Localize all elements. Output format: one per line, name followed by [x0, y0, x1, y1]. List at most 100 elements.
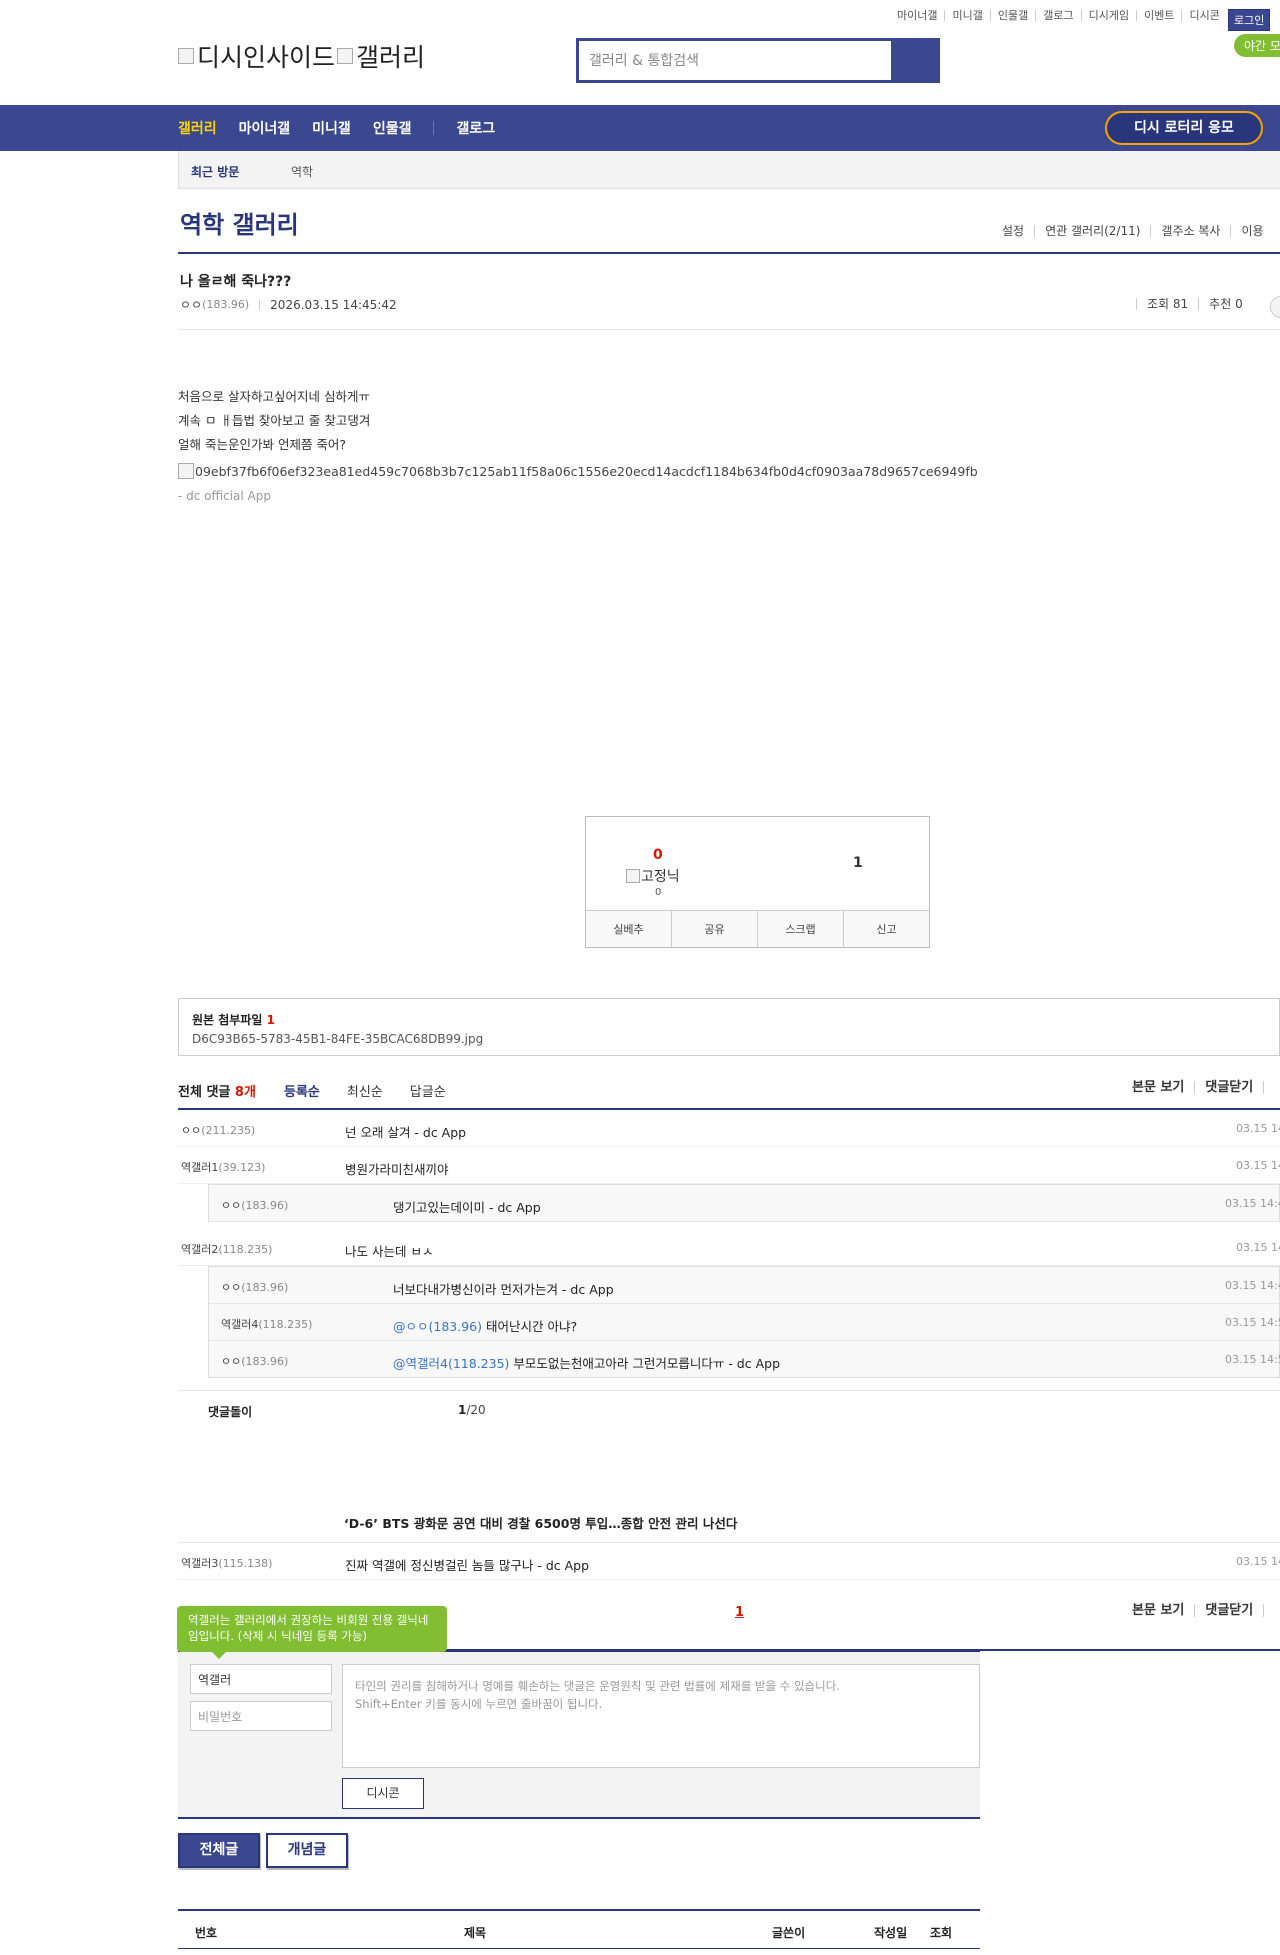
top-link-mini[interactable]: 미니갤 — [944, 10, 989, 21]
post-author[interactable]: ㅇㅇ — [180, 296, 202, 313]
top-link-minor[interactable]: 마이너갤 — [890, 10, 944, 21]
reply-ip: (183.96) — [241, 1281, 289, 1294]
search-input[interactable] — [579, 41, 891, 80]
scrap-button[interactable]: 스크랩 — [757, 911, 843, 947]
nickname-input[interactable]: 역갤러 — [190, 1664, 332, 1694]
comment-ip: (118.235) — [218, 1243, 273, 1256]
reply-row: ㅇㅇ(183.96) @역갤러4(118.235) 부모도없는천애고아라 그런거… — [209, 1341, 1280, 1378]
attachment-file[interactable]: D6C93B65-5783-45B1-84FE-35BCAC68DB99.jpg — [192, 1032, 1266, 1046]
comment-nick[interactable]: ㅇㅇ — [181, 1124, 201, 1137]
fixed-nick-count: 0 — [655, 887, 662, 898]
top-link-dccon[interactable]: 디시콘 — [1181, 10, 1226, 21]
comment-page-number[interactable]: 1 — [735, 1605, 744, 1620]
app-signature: - dc official App — [178, 489, 271, 503]
nav-person-gallery[interactable]: 인물갤 — [373, 118, 412, 138]
top-link-gallog[interactable]: 갤로그 — [1035, 10, 1080, 21]
post-views: 조회 81 — [1136, 298, 1198, 310]
view-body-link[interactable]: 본문 보기 — [1122, 1081, 1194, 1094]
post-list-header: 번호 제목 글쓴이 작성일 조회 — [178, 1909, 980, 1949]
comment-date: 03.15 14 — [1236, 1159, 1280, 1172]
reply-list: ㅇㅇ(183.96) 댕기고있는데이미 - dc App 03.15 14:4 — [208, 1184, 1280, 1222]
related-gallery-link[interactable]: 연관 갤러리(2/11) — [1034, 225, 1150, 237]
close-comments-link[interactable]: 댓글닫기 — [1194, 1604, 1263, 1617]
comment-row: ㅇㅇ(211.235) 넌 오래 살겨 - dc App 03.15 14 — [178, 1110, 1280, 1147]
comment-footer-links: 본문 보기 댓글닫기 — [1122, 1604, 1280, 1617]
reply-ip: (183.96) — [241, 1199, 289, 1212]
reply-nick[interactable]: 역갤러4 — [221, 1318, 258, 1331]
post-title: 나 올ㄹ해 죽나??? — [180, 274, 292, 290]
comment-total-label: 전체 댓글 — [178, 1085, 231, 1100]
top-link-dcgame[interactable]: 디시게임 — [1080, 10, 1136, 21]
settings-link[interactable]: 설정 — [990, 225, 1034, 237]
comment-text: 진짜 역갤에 정신병걸린 놈들 많구나 - dc App — [345, 1558, 590, 1573]
comment-notice: Shift+Enter 키를 동시에 누르면 줄바꿈이 됩니다. — [355, 1697, 603, 1711]
close-comments-link[interactable]: 댓글닫기 — [1194, 1081, 1263, 1094]
tab-concept-posts[interactable]: 개념글 — [266, 1833, 348, 1868]
reply-text: 댕기고있는데이미 - dc App — [393, 1200, 541, 1215]
reply-row: 역갤러4(118.235) @ㅇㅇ(183.96) 태어난시간 아냐? 03.1… — [209, 1304, 1280, 1341]
nav-gallog[interactable]: 갤로그 — [456, 118, 495, 138]
copy-address-link[interactable]: 갤주소 복사 — [1150, 225, 1230, 237]
tab-all-posts[interactable]: 전체글 — [178, 1833, 260, 1868]
col-title: 제목 — [464, 1926, 487, 1940]
nav-gallery[interactable]: 갤러리 — [178, 118, 217, 138]
comment-textarea[interactable]: 타인의 권리를 침해하거나 명예를 훼손하는 댓글은 운영원칙 및 관련 법률에… — [342, 1664, 980, 1768]
gallery-title[interactable]: 역학 갤러리 — [180, 205, 299, 240]
recent-visit-label: 최근 방문 — [191, 165, 240, 179]
reply-list: ㅇㅇ(183.96) 너보다내가병신이라 먼저가는겨 - dc App 03.1… — [208, 1266, 1280, 1378]
search-bar — [576, 38, 940, 83]
lottery-button[interactable]: 디시 로터리 응모 — [1105, 111, 1263, 145]
comment-ip: (39.123) — [218, 1161, 266, 1174]
night-mode-button[interactable]: 야간 모 — [1234, 34, 1280, 57]
nav-minor-gallery[interactable]: 마이너갤 — [239, 118, 291, 138]
comment-count-icon[interactable] — [1270, 296, 1280, 318]
reply-mention[interactable]: @역갤러4(118.235) — [393, 1356, 509, 1371]
comment-text: 병원가라미친새끼야 — [345, 1162, 449, 1177]
reply-mention[interactable]: @ㅇㅇ(183.96) — [393, 1319, 482, 1334]
reply-ip: (118.235) — [258, 1318, 313, 1331]
comment-ip: (211.235) — [201, 1124, 256, 1137]
reply-date: 03.15 14:4 — [1225, 1279, 1280, 1292]
reply-nick[interactable]: ㅇㅇ — [221, 1355, 241, 1368]
fixed-nick-upvote[interactable]: 고정닉 — [626, 866, 680, 886]
post-date: 2026.03.15 14:45:42 — [270, 297, 397, 312]
fixed-nick-alt: 고정닉 — [641, 869, 680, 885]
post-image-alt: 09ebf37fb6f06ef323ea81ed459c7068b3b7c125… — [195, 463, 978, 479]
sort-replies[interactable]: 답글순 — [410, 1081, 446, 1100]
reply-date: 03.15 14:4 — [1225, 1197, 1280, 1210]
downvote-count[interactable]: 1 — [853, 855, 863, 871]
divider — [178, 252, 1280, 254]
top-link-event[interactable]: 이벤트 — [1136, 10, 1181, 21]
view-body-link[interactable]: 본문 보기 — [1122, 1604, 1194, 1617]
nav-mini-gallery[interactable]: 미니갤 — [312, 118, 351, 138]
report-button[interactable]: 신고 — [843, 911, 929, 947]
comment-row: 역갤러2(118.235) 나도 사는데 ㅂㅅ 03.15 14 — [178, 1229, 1280, 1266]
sort-latest[interactable]: 최신순 — [347, 1081, 383, 1100]
share-button[interactable]: 공유 — [671, 911, 757, 947]
divider — [259, 299, 261, 310]
site-logo[interactable]: 디시인사이드 갤러리 — [178, 38, 425, 74]
vote-box: 0 고정닉 0 1 실베추 공유 스크랩 신고 — [585, 816, 930, 948]
login-button[interactable]: 로그인 — [1228, 9, 1271, 31]
reply-nick[interactable]: ㅇㅇ — [221, 1199, 241, 1212]
reply-nick[interactable]: ㅇㅇ — [221, 1281, 241, 1294]
comment-nick[interactable]: 역갤러2 — [181, 1243, 218, 1256]
sort-registered[interactable]: 등록순 — [284, 1081, 320, 1100]
search-button[interactable] — [891, 41, 937, 80]
post-image[interactable]: 09ebf37fb6f06ef323ea81ed459c7068b3b7c125… — [178, 463, 978, 479]
comment-write-area: 역갤러 비밀번호 타인의 권리를 침해하거나 명예를 훼손하는 댓글은 운영원칙… — [178, 1650, 980, 1819]
recent-visit-item[interactable]: 역학 — [291, 163, 313, 180]
comment-nick[interactable]: 역갤러3 — [181, 1557, 218, 1570]
attachment-count: 1 — [266, 1013, 275, 1027]
password-input[interactable]: 비밀번호 — [190, 1701, 332, 1731]
vote-actions: 실베추 공유 스크랩 신고 — [586, 910, 929, 947]
comment-bot-label: 댓글돌이 — [208, 1405, 253, 1419]
post-body-line: 처음으로 살자하고싶어지네 심하게ㅠ — [178, 389, 370, 404]
best-recommend-button[interactable]: 실베추 — [586, 911, 671, 947]
usage-link[interactable]: 이용 — [1230, 225, 1273, 237]
post-stats: 조회 81 추천 0 — [1136, 298, 1253, 310]
top-link-person[interactable]: 인물갤 — [989, 10, 1035, 21]
dccon-button[interactable]: 디시콘 — [342, 1778, 424, 1809]
news-ad-title[interactable]: ‘D-6’ BTS 광화문 공연 대비 경찰 6500명 투입…종합 안전 관리… — [344, 1513, 737, 1532]
comment-nick[interactable]: 역갤러1 — [181, 1161, 218, 1174]
